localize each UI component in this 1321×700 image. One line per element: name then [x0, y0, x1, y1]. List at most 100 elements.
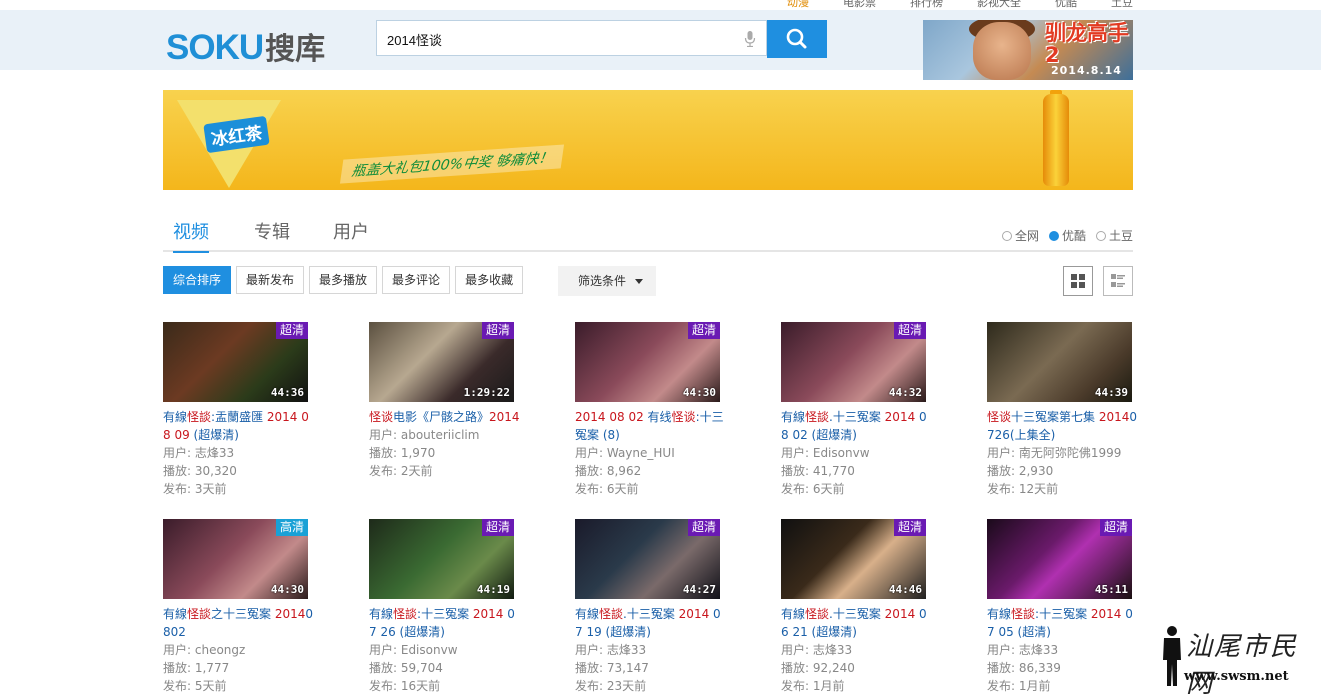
video-title-segment: 2014	[1098, 410, 1130, 424]
video-duration: 44:30	[270, 583, 304, 596]
tab-album[interactable]: 专辑	[254, 218, 290, 244]
video-plays: 播放: 2,930	[987, 462, 1157, 480]
video-published: 发布: 3天前	[163, 480, 333, 498]
top-nav-link[interactable]: 排行榜	[910, 0, 943, 10]
watermark-url: www.swsm.net	[1184, 669, 1289, 684]
video-title-segment: 怪谈	[369, 410, 394, 424]
top-nav-link[interactable]: 电影票	[843, 0, 876, 10]
video-title-segment: 怪談	[393, 607, 418, 621]
video-user[interactable]: 用户: Wayne_HUI	[575, 444, 745, 462]
search-icon	[786, 28, 807, 49]
video-published-value: 1月前	[1018, 679, 1051, 693]
filter-dropdown[interactable]: 筛选条件	[558, 266, 656, 296]
video-card[interactable]: 超清 1:29:22 怪谈电影《尸骸之路》2014 用户: abouteriiclim…	[369, 322, 539, 480]
soku-logo[interactable]: SOKU搜库	[166, 24, 325, 68]
source-option[interactable]: 全网	[1001, 227, 1039, 244]
top-nav-link[interactable]: 影视大全	[977, 0, 1021, 10]
sort-button[interactable]: 最多评论	[382, 266, 451, 294]
video-title-segment: 有线	[643, 410, 672, 424]
video-title-link[interactable]: 有線怪談:盂蘭盛匯 2014 08 09 (超爆清)	[163, 408, 315, 444]
video-published: 发布: 6天前	[781, 480, 951, 498]
video-user[interactable]: 用户: Edisonvw	[781, 444, 951, 462]
video-user-value: abouteriiclim	[400, 428, 480, 442]
video-title-link[interactable]: 2014 08 02 有线怪谈:十三冤案 (8)	[575, 408, 727, 444]
video-thumbnail[interactable]: 超清 44:32	[781, 322, 926, 402]
video-card[interactable]: 超清 44:30 2014 08 02 有线怪谈:十三冤案 (8) 用户: Wayne…	[575, 322, 745, 498]
video-title-link[interactable]: 有線怪談.十三冤案 2014 06 21 (超爆清)	[781, 605, 933, 641]
video-published-label: 发布:	[781, 679, 813, 693]
video-plays: 播放: 30,320	[163, 462, 333, 480]
sort-button[interactable]: 综合排序	[163, 266, 232, 294]
video-title-link[interactable]: 有線怪談:十三冤案 2014 07 26 (超爆清)	[369, 605, 521, 641]
video-user[interactable]: 用户: 志烽33	[163, 444, 333, 462]
video-user[interactable]: 用户: 志烽33	[575, 641, 745, 659]
video-user-label: 用户:	[987, 446, 1019, 460]
video-user[interactable]: 用户: cheongz	[163, 641, 333, 659]
video-thumbnail[interactable]: 超清 44:36	[163, 322, 308, 402]
quality-badge: 超清	[481, 322, 514, 339]
sort-button[interactable]: 最新发布	[236, 266, 305, 294]
video-duration: 45:11	[1094, 583, 1128, 596]
video-title-segment: 怪談	[187, 607, 212, 621]
radio-icon[interactable]	[1095, 230, 1106, 241]
promo-banner[interactable]: 驯龙高手2 2014.8.14	[923, 20, 1133, 80]
quality-badge: 超清	[893, 519, 926, 536]
video-user[interactable]: 用户: Edisonvw	[369, 641, 539, 659]
search-input[interactable]	[385, 27, 719, 51]
source-option[interactable]: 土豆	[1095, 227, 1133, 244]
quality-badge: 超清	[1099, 519, 1132, 536]
video-title-link[interactable]: 怪谈电影《尸骸之路》2014	[369, 408, 521, 426]
list-view-button[interactable]	[1103, 266, 1133, 296]
video-published-value: 1月前	[812, 679, 845, 693]
video-thumbnail[interactable]: 超清 44:46	[781, 519, 926, 599]
video-user-label: 用户:	[781, 643, 813, 657]
video-thumbnail[interactable]: 超清 44:30	[575, 322, 720, 402]
top-nav-link[interactable]: 优酷	[1055, 0, 1077, 10]
video-title-segment: 有線	[781, 410, 806, 424]
video-user[interactable]: 用户: 志烽33	[987, 641, 1157, 659]
top-nav-link[interactable]: 动漫	[787, 0, 809, 10]
video-card[interactable]: 超清 45:11 有線怪談:十三冤案 2014 07 05 (超清) 用户: 志烽33…	[987, 519, 1157, 695]
ad-banner[interactable]: 冰红茶 瓶盖大礼包100%中奖 够痛快！	[163, 90, 1133, 190]
video-card[interactable]: 超清 44:27 有線怪談.十三冤案 2014 07 19 (超爆清) 用户: 志烽3…	[575, 519, 745, 695]
video-plays: 播放: 8,962	[575, 462, 745, 480]
tab-user[interactable]: 用户	[333, 218, 369, 244]
microphone-icon[interactable]	[744, 31, 756, 47]
video-thumbnail[interactable]: 超清 1:29:22	[369, 322, 514, 402]
video-title-link[interactable]: 有線怪談:十三冤案 2014 07 05 (超清)	[987, 605, 1139, 641]
video-title-link[interactable]: 怪谈十三冤案第七集 20140726(上集全)	[987, 408, 1139, 444]
sort-bar: 综合排序 最新发布 最多播放 最多评论 最多收藏	[163, 266, 524, 294]
video-thumbnail[interactable]: 超清 44:27	[575, 519, 720, 599]
video-thumbnail[interactable]: 超清 44:19	[369, 519, 514, 599]
video-card[interactable]: 超清 44:19 有線怪談:十三冤案 2014 07 26 (超爆清) 用户: Edi…	[369, 519, 539, 695]
source-option[interactable]: 优酷	[1048, 227, 1086, 244]
video-user[interactable]: 用户: 志烽33	[781, 641, 951, 659]
tab-video[interactable]: 视频	[173, 218, 209, 253]
video-card[interactable]: 超清 44:32 有線怪談.十三冤案 2014 08 02 (超爆清) 用户: Edi…	[781, 322, 951, 498]
video-thumbnail[interactable]: 44:39	[987, 322, 1132, 402]
grid-view-button[interactable]	[1063, 266, 1093, 296]
video-card[interactable]: 高清 44:30 有線怪談之十三冤案 20140802 用户: cheongz 播放: …	[163, 519, 333, 695]
video-thumbnail[interactable]: 高清 44:30	[163, 519, 308, 599]
video-title-link[interactable]: 有線怪談.十三冤案 2014 07 19 (超爆清)	[575, 605, 727, 641]
video-published: 发布: 23天前	[575, 677, 745, 695]
top-nav-link[interactable]: 土豆	[1111, 0, 1133, 10]
video-title-link[interactable]: 有線怪談.十三冤案 2014 08 02 (超爆清)	[781, 408, 933, 444]
video-published-label: 发布:	[987, 482, 1019, 496]
video-user-label: 用户:	[369, 428, 401, 442]
header: SOKU搜库 驯龙高手2 2014.8.14	[0, 10, 1321, 80]
sort-button[interactable]: 最多播放	[309, 266, 378, 294]
video-published-value: 16天前	[400, 679, 441, 693]
radio-icon[interactable]	[1048, 230, 1059, 241]
search-button[interactable]	[767, 20, 827, 58]
video-user[interactable]: 用户: abouteriiclim	[369, 426, 539, 444]
sort-button[interactable]: 最多收藏	[455, 266, 524, 294]
video-duration: 44:39	[1094, 386, 1128, 399]
video-card[interactable]: 44:39 怪谈十三冤案第七集 20140726(上集全) 用户: 南无阿弥陀佛19…	[987, 322, 1157, 498]
video-title-link[interactable]: 有線怪談之十三冤案 20140802	[163, 605, 315, 641]
video-user[interactable]: 用户: 南无阿弥陀佛1999	[987, 444, 1157, 462]
video-card[interactable]: 超清 44:46 有線怪談.十三冤案 2014 06 21 (超爆清) 用户: 志烽3…	[781, 519, 951, 695]
video-thumbnail[interactable]: 超清 45:11	[987, 519, 1132, 599]
radio-icon[interactable]	[1001, 230, 1012, 241]
video-card[interactable]: 超清 44:36 有線怪談:盂蘭盛匯 2014 08 09 (超爆清) 用户: 志烽3…	[163, 322, 333, 498]
